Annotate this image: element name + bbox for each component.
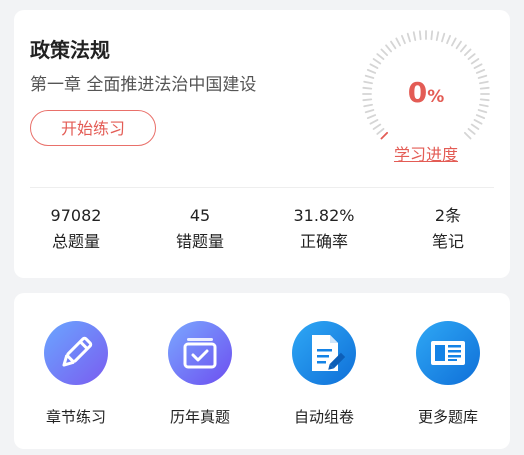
past-exams-icon [168, 321, 232, 385]
stat-value: 2条 [434, 206, 462, 225]
stat-label: 笔记 [431, 232, 464, 251]
dial-tick [376, 53, 385, 61]
dial-tick [366, 68, 377, 74]
start-practice-button[interactable]: 开始练习 [30, 110, 156, 146]
shortcut-label: 自动组卷 [293, 408, 354, 426]
dial-tick [400, 34, 406, 45]
dial-tick [463, 48, 472, 57]
stat-label: 正确率 [299, 232, 348, 251]
progress-value: 0% [360, 76, 492, 109]
stat-label: 错题量 [175, 232, 224, 251]
dial-tick [473, 119, 483, 125]
dial-tick [473, 63, 483, 69]
dial-tick [441, 32, 446, 43]
dial-tick [366, 114, 377, 120]
auto-compose-paper-icon [292, 321, 356, 385]
dial-tick [475, 68, 486, 74]
dial-tick [463, 131, 472, 140]
dial-tick [372, 58, 382, 65]
study-progress-link[interactable]: 学习进度 [380, 141, 472, 165]
shortcuts-row: 章节练习 历年真题 自动组卷 更多题库 [14, 293, 510, 449]
dial-tick [380, 131, 389, 140]
shortcut-more-banks[interactable]: 更多题库 [386, 293, 510, 449]
shortcut-past-exams[interactable]: 历年真题 [138, 293, 262, 449]
dial-tick [364, 109, 375, 114]
subject-title: 政策法规 [30, 38, 110, 62]
stat-notes[interactable]: 2条 笔记 [386, 206, 510, 252]
stats-row: 97082 总题量 45 错题量 31.82% 正确率 2条 笔记 [14, 206, 510, 252]
stat-value: 45 [189, 206, 211, 225]
dial-tick [369, 63, 379, 69]
dial-tick [477, 109, 488, 114]
dial-tick [470, 58, 480, 65]
shortcut-label: 更多题库 [417, 408, 478, 426]
dial-tick [406, 32, 411, 43]
dial-tick [475, 114, 486, 120]
dial-tick [395, 37, 401, 47]
dial-tick [369, 119, 379, 125]
dial-tick [376, 127, 385, 135]
shortcut-auto-compose[interactable]: 自动组卷 [262, 293, 386, 449]
dial-tick [467, 53, 476, 61]
progress-number: 0 [407, 76, 428, 109]
stat-wrong-questions[interactable]: 45 错题量 [138, 206, 262, 252]
stat-accuracy[interactable]: 31.82% 正确率 [262, 206, 386, 252]
dial-tick [372, 123, 382, 130]
dial-tick [435, 31, 440, 41]
stat-value: 31.82% [293, 206, 355, 225]
dial-tick [385, 44, 393, 53]
dial-tick [430, 30, 434, 41]
stat-total-questions[interactable]: 97082 总题量 [14, 206, 138, 252]
shortcut-chapter-practice[interactable]: 章节练习 [14, 293, 138, 449]
dial-tick [455, 40, 462, 50]
dial-tick [418, 30, 422, 41]
stat-label: 总题量 [51, 232, 100, 251]
progress-unit: % [427, 87, 445, 107]
dial-tick [390, 40, 397, 50]
dial-tick [380, 48, 389, 57]
shortcut-label: 历年真题 [169, 408, 230, 426]
dial-tick [467, 127, 476, 135]
newspaper-icon [416, 321, 480, 385]
shortcuts-card: 章节练习 历年真题 自动组卷 更多题库 [14, 293, 510, 449]
dial-tick [412, 31, 417, 41]
dial-tick [446, 34, 452, 45]
stat-value: 97082 [50, 206, 102, 225]
dial-tick [459, 44, 467, 53]
shortcut-label: 章节练习 [45, 408, 106, 426]
chapter-title: 第一章 全面推进法治中国建设 [30, 75, 257, 95]
dial-tick [470, 123, 480, 130]
pencil-icon [44, 321, 108, 385]
practice-card: 政策法规 第一章 全面推进法治中国建设 开始练习 0% 学习进度 97082 总… [14, 10, 510, 278]
divider [30, 187, 494, 188]
dial-tick [451, 37, 457, 47]
